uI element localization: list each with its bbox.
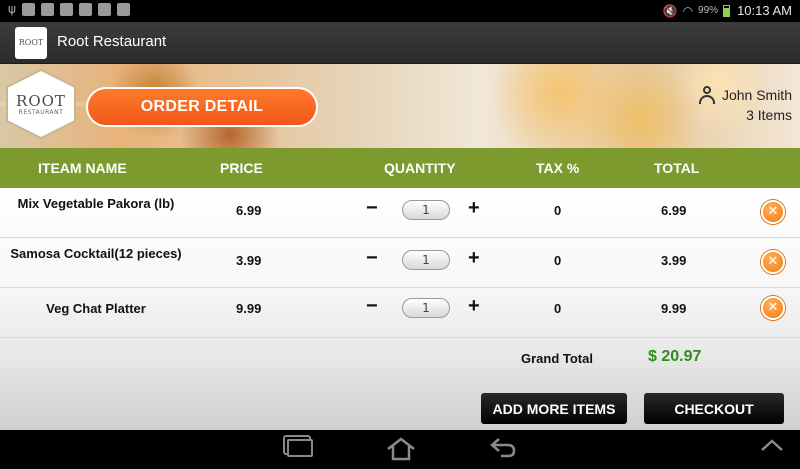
item-name: Samosa Cocktail(12 pieces) <box>10 246 182 261</box>
bag-check-icon <box>116 3 130 16</box>
usb-icon: ψ <box>8 2 16 16</box>
item-tax: 0 <box>554 203 562 218</box>
header-total: TOTAL <box>654 160 700 176</box>
chevron-up-icon[interactable] <box>760 434 784 459</box>
facebook-icon <box>21 3 35 16</box>
order-banner: ROOT RESTAURANT ORDER DETAIL John Smith … <box>0 64 800 148</box>
bag-icon <box>97 3 111 16</box>
recent-apps-icon[interactable] <box>287 439 313 457</box>
user-name: John Smith <box>721 87 792 103</box>
download-icon <box>78 3 92 16</box>
header-price: PRICE <box>220 160 263 176</box>
table-row: Veg Chat Platter 9.99 − 1 + 0 9.99 ✕ <box>0 288 800 338</box>
item-name: Mix Vegetable Pakora (lb) <box>17 196 175 211</box>
logo-subtext: RESTAURANT <box>18 108 64 116</box>
back-icon[interactable] <box>489 435 517 465</box>
increase-qty-button[interactable]: + <box>468 295 480 318</box>
clock: 10:13 AM <box>737 3 792 18</box>
header-tax: TAX % <box>536 160 580 176</box>
header-quantity: QUANTITY <box>384 160 456 176</box>
checkout-button[interactable]: CHECKOUT <box>644 393 784 424</box>
system-nav-bar <box>0 430 800 469</box>
increase-qty-button[interactable]: + <box>468 197 480 220</box>
home-icon[interactable] <box>386 436 416 462</box>
battery-icon <box>723 4 731 17</box>
image-icon <box>40 3 54 16</box>
quantity-field[interactable]: 1 <box>402 200 450 220</box>
mute-icon: 🔇 <box>662 3 678 18</box>
item-total: 6.99 <box>661 203 687 218</box>
table-row: Mix Vegetable Pakora (lb) 6.99 − 1 + 0 6… <box>0 188 800 238</box>
user-info: John Smith 3 Items <box>698 86 792 123</box>
remove-item-icon[interactable]: ✕ <box>761 250 785 274</box>
app-logo-icon[interactable]: ROOT <box>15 27 47 59</box>
order-detail-button[interactable]: ORDER DETAIL <box>86 87 318 127</box>
increase-qty-button[interactable]: + <box>468 247 480 270</box>
items-count: 3 Items <box>746 107 792 123</box>
item-total: 9.99 <box>661 301 687 316</box>
action-bar: ROOT Root Restaurant <box>0 22 800 64</box>
item-tax: 0 <box>554 301 562 316</box>
quantity-field[interactable]: 1 <box>402 250 450 270</box>
remove-item-icon[interactable]: ✕ <box>761 296 785 320</box>
item-price: 6.99 <box>236 203 262 218</box>
add-more-items-button[interactable]: ADD MORE ITEMS <box>481 393 627 424</box>
item-total: 3.99 <box>661 253 687 268</box>
remove-item-icon[interactable]: ✕ <box>761 200 785 224</box>
table-row: Samosa Cocktail(12 pieces) 3.99 − 1 + 0 … <box>0 238 800 288</box>
header-item-name: ITEAM NAME <box>38 160 127 176</box>
battery-percent: 99% <box>698 5 719 16</box>
logo-text: ROOT <box>16 91 66 110</box>
notification-icons: ψ <box>8 3 130 16</box>
decrease-qty-button[interactable]: − <box>366 295 378 318</box>
grand-total-label: Grand Total <box>521 351 593 366</box>
decrease-qty-button[interactable]: − <box>366 247 378 270</box>
play-store-icon <box>59 3 73 16</box>
item-tax: 0 <box>554 253 562 268</box>
item-name: Veg Chat Platter <box>46 301 146 316</box>
quantity-field[interactable]: 1 <box>402 298 450 318</box>
app-title: Root Restaurant <box>57 33 167 50</box>
wifi-icon: ◠ <box>682 3 694 18</box>
decrease-qty-button[interactable]: − <box>366 197 378 220</box>
item-price: 9.99 <box>236 301 262 316</box>
status-bar: ψ 🔇 ◠ 99% 10:13 AM <box>0 0 800 22</box>
user-icon <box>698 86 716 104</box>
item-price: 3.99 <box>236 253 262 268</box>
app-icon-text: ROOT <box>18 38 44 47</box>
status-right: 🔇 ◠ 99% 10:13 AM <box>663 3 792 18</box>
table-header: ITEAM NAME PRICE QUANTITY TAX % TOTAL <box>0 148 800 188</box>
grand-total-value: $ 20.97 <box>648 348 702 365</box>
